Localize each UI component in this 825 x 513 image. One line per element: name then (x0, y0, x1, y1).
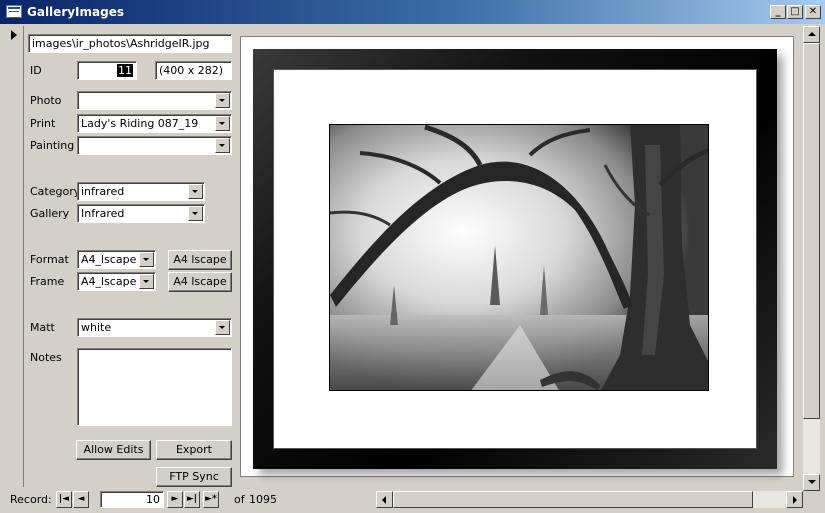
minimize-button[interactable]: _ (770, 5, 786, 19)
record-of-label: of (234, 493, 245, 506)
notes-label: Notes (30, 351, 62, 364)
chevron-down-icon[interactable] (188, 206, 203, 221)
notes-textarea[interactable] (77, 348, 232, 426)
form-detail: images\ir_photos\AshridgeIR.jpg ID 11 (4… (24, 26, 803, 487)
close-button[interactable]: ✕ (805, 5, 821, 19)
chevron-down-icon[interactable] (188, 184, 203, 199)
record-label: Record: (10, 493, 52, 506)
form-icon[interactable] (6, 5, 22, 18)
chevron-down-icon[interactable] (215, 138, 230, 153)
scroll-right-icon[interactable] (786, 491, 803, 508)
format-value: A4_lscape (81, 253, 137, 266)
id-field[interactable]: 11 (77, 61, 137, 80)
chevron-down-icon[interactable] (139, 274, 154, 289)
painting-label: Painting (30, 139, 75, 152)
category-value: infrared (81, 185, 125, 198)
picture-matt (273, 69, 757, 449)
window-title: GalleryImages (27, 5, 124, 19)
horizontal-scroll-thumb[interactable] (393, 491, 753, 508)
frame-apply-button[interactable]: A4 lscape (168, 272, 232, 292)
current-record-field[interactable]: 10 (100, 491, 164, 508)
new-record-button[interactable]: ►* (203, 491, 219, 508)
record-selector-arrow-icon (11, 30, 17, 40)
format-label: Format (30, 253, 69, 266)
tree-photo-illustration (330, 125, 708, 390)
vertical-scroll-thumb[interactable] (803, 43, 820, 419)
painting-value (78, 137, 215, 154)
vertical-scrollbar[interactable] (803, 26, 820, 491)
photo-value (78, 92, 215, 109)
photo-label: Photo (30, 94, 62, 107)
matt-label: Matt (30, 321, 55, 334)
chevron-down-icon[interactable] (215, 320, 230, 335)
print-combo[interactable]: Lady's Riding 087_19 (77, 114, 232, 133)
picture-frame (253, 49, 777, 469)
gallery-label: Gallery (30, 207, 70, 220)
chevron-down-icon[interactable] (215, 116, 230, 131)
painting-combo[interactable] (77, 136, 232, 155)
horizontal-scrollbar[interactable] (376, 491, 803, 508)
category-label: Category (30, 185, 81, 198)
next-record-button[interactable]: ► (167, 491, 183, 508)
id-value: 11 (117, 64, 133, 77)
last-record-button[interactable]: ►| (184, 491, 200, 508)
image-path-field[interactable]: images\ir_photos\AshridgeIR.jpg (28, 34, 232, 53)
chevron-down-icon[interactable] (215, 93, 230, 108)
scroll-up-icon[interactable] (803, 26, 820, 43)
photo-combo[interactable] (77, 91, 232, 110)
format-apply-button[interactable]: A4 lscape (168, 250, 232, 270)
scroll-down-icon[interactable] (803, 474, 820, 491)
infrared-tree-photo (329, 124, 709, 391)
print-value: Lady's Riding 087_19 (81, 117, 199, 130)
matt-value: white (81, 321, 112, 334)
record-total: 1095 (249, 493, 277, 506)
maximize-button[interactable]: □ (787, 5, 803, 19)
matt-combo[interactable]: white (77, 318, 232, 337)
export-button[interactable]: Export (156, 440, 232, 460)
record-selector[interactable] (6, 26, 24, 487)
id-label: ID (30, 64, 42, 77)
record-navigation: Record: |◄ ◄ 10 ► ►| ►* of 1095 (6, 491, 372, 509)
gallery-images-window: GalleryImages _ □ ✕ images\ir_photos\Ash… (0, 0, 825, 513)
frame-value: A4_lscape (81, 275, 137, 288)
ftp-sync-button[interactable]: FTP Sync (156, 467, 232, 487)
first-record-button[interactable]: |◄ (56, 491, 72, 508)
dimensions-field[interactable]: (400 x 282) (155, 61, 232, 80)
size-grip[interactable] (803, 491, 820, 508)
scroll-left-icon[interactable] (376, 491, 393, 508)
chevron-down-icon[interactable] (139, 252, 154, 267)
allow-edits-button[interactable]: Allow Edits (76, 440, 151, 460)
frame-combo[interactable]: A4_lscape (77, 272, 156, 291)
image-preview-panel (240, 36, 794, 477)
gallery-value: Infrared (81, 207, 125, 220)
print-label: Print (30, 117, 56, 130)
gallery-combo[interactable]: Infrared (77, 204, 205, 223)
format-combo[interactable]: A4_lscape (77, 250, 156, 269)
title-bar[interactable]: GalleryImages _ □ ✕ (0, 0, 825, 24)
category-combo[interactable]: infrared (77, 182, 205, 201)
frame-label: Frame (30, 275, 65, 288)
previous-record-button[interactable]: ◄ (73, 491, 89, 508)
